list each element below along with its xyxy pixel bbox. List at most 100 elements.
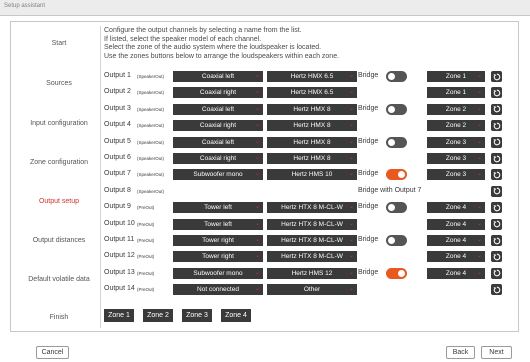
- function-dropdown[interactable]: Coaxial left ⌄: [173, 103, 263, 115]
- function-dropdown[interactable]: Coaxial right ⌄: [173, 120, 263, 132]
- reset-icon[interactable]: [491, 284, 502, 296]
- model-value: Other: [303, 286, 321, 294]
- function-value: Coaxial left: [201, 138, 235, 146]
- reset-icon[interactable]: [491, 251, 502, 263]
- output-row: Output 1 (SpeakerOut) Coaxial left ⌄ Hertz H…: [104, 71, 514, 83]
- model-dropdown[interactable]: Hertz HMX 6.5 ⌄: [267, 87, 357, 99]
- zone-dropdown[interactable]: Zone 1 ⌄: [427, 87, 485, 99]
- model-dropdown[interactable]: Hertz HTX 8 M-CL-W ⌄: [267, 202, 357, 214]
- model-dropdown[interactable]: Hertz HMX 8 ⌄: [267, 136, 357, 148]
- reset-icon[interactable]: [491, 235, 502, 246]
- model-value: Hertz HTX 8 M-CL-W: [281, 237, 343, 244]
- output-label: Output 13: [104, 268, 135, 276]
- bridge-toggle[interactable]: [386, 103, 407, 115]
- zone-dropdown[interactable]: Zone 2 ⌄: [427, 120, 485, 132]
- function-dropdown[interactable]: Subwoofer mono ⌄: [173, 169, 263, 181]
- zone-value: Zone 4: [445, 253, 467, 261]
- bridge-toggle[interactable]: [386, 136, 407, 148]
- model-dropdown[interactable]: Hertz HTX 8 M-CL-W ⌄: [267, 251, 357, 263]
- model-dropdown[interactable]: Hertz HMS 12 ⌄: [267, 267, 357, 279]
- bridge-toggle[interactable]: [386, 71, 407, 82]
- chevron-down-icon: ⌄: [476, 122, 482, 129]
- sidebar-item-start[interactable]: Start: [18, 40, 100, 47]
- reset-icon[interactable]: [491, 218, 502, 230]
- model-dropdown[interactable]: Hertz HMS 10 ⌄: [267, 169, 357, 181]
- zone-dropdown[interactable]: Zone 2 ⌄: [427, 103, 485, 115]
- function-value: Tower right: [202, 237, 234, 244]
- model-value: Hertz HMX 8: [293, 105, 331, 113]
- chevron-down-icon: ⌄: [476, 73, 482, 79]
- function-dropdown[interactable]: Tower right ⌄: [173, 235, 263, 246]
- reset-icon[interactable]: [491, 71, 502, 82]
- function-dropdown[interactable]: Not connected ⌄: [173, 284, 263, 296]
- reset-icon[interactable]: [491, 267, 502, 279]
- zone-2-button[interactable]: Zone 2: [143, 309, 173, 322]
- function-dropdown[interactable]: Subwoofer mono ⌄: [173, 267, 263, 279]
- model-dropdown[interactable]: Hertz HMX 6.5 ⌄: [267, 71, 357, 82]
- function-value: Subwoofer mono: [193, 171, 243, 179]
- model-value: Hertz HMS 10: [291, 171, 333, 179]
- zone-dropdown[interactable]: Zone 4 ⌄: [427, 251, 485, 263]
- function-dropdown[interactable]: Tower left ⌄: [173, 202, 263, 214]
- zone-dropdown[interactable]: Zone 4 ⌄: [427, 267, 485, 279]
- sidebar-item-sources[interactable]: Sources: [18, 80, 100, 87]
- zone-dropdown[interactable]: Zone 1 ⌄: [427, 71, 485, 82]
- function-dropdown[interactable]: Coaxial right ⌄: [173, 153, 263, 164]
- output-label: Output 9: [104, 203, 131, 211]
- zone-dropdown[interactable]: Zone 4 ⌄: [427, 218, 485, 230]
- reset-icon[interactable]: [491, 153, 502, 164]
- chevron-down-icon: ⌄: [254, 89, 260, 96]
- model-dropdown[interactable]: Hertz HMX 8 ⌄: [267, 120, 357, 132]
- sidebar-item-finish[interactable]: Finish: [18, 314, 100, 321]
- function-dropdown[interactable]: Coaxial left ⌄: [173, 71, 263, 82]
- bridge-toggle[interactable]: [386, 202, 407, 214]
- next-button[interactable]: Next: [481, 346, 512, 359]
- reset-icon[interactable]: [491, 136, 502, 148]
- reset-icon[interactable]: [491, 202, 502, 214]
- zone-dropdown[interactable]: Zone 3 ⌄: [427, 136, 485, 148]
- reset-icon[interactable]: [491, 87, 502, 99]
- instruction-line: Configure the output channels by selecti…: [104, 27, 302, 34]
- output-type: (SpeakerOut): [137, 106, 165, 112]
- model-dropdown[interactable]: Hertz HTX 8 M-CL-W ⌄: [267, 218, 357, 230]
- function-dropdown[interactable]: Coaxial right ⌄: [173, 87, 263, 99]
- chevron-down-icon: ⌄: [476, 138, 482, 145]
- sidebar-item-output-distances[interactable]: Output distances: [18, 237, 100, 244]
- bridge-label: Bridge: [358, 236, 379, 243]
- chevron-down-icon: ⌄: [348, 105, 354, 112]
- function-dropdown[interactable]: Coaxial left ⌄: [173, 136, 263, 148]
- function-dropdown[interactable]: Tower right ⌄: [173, 251, 263, 263]
- zone-dropdown[interactable]: Zone 3 ⌄: [427, 153, 485, 164]
- reset-icon[interactable]: [491, 103, 502, 115]
- reset-icon[interactable]: [491, 120, 502, 132]
- sidebar-item-zone-configuration[interactable]: Zone configuration: [18, 159, 100, 166]
- zone-dropdown[interactable]: Zone 4 ⌄: [427, 235, 485, 246]
- model-value: Hertz HMX 6.5: [290, 89, 334, 97]
- model-dropdown[interactable]: Hertz HTX 8 M-CL-W ⌄: [267, 235, 357, 246]
- bridge-toggle[interactable]: [386, 235, 407, 246]
- bridge-label: Bridge: [358, 137, 379, 145]
- zone-1-button[interactable]: Zone 1: [104, 309, 134, 322]
- cancel-button[interactable]: Cancel: [36, 346, 69, 359]
- bridge-toggle[interactable]: [386, 169, 407, 181]
- output-label: Output 10: [104, 219, 135, 227]
- chevron-down-icon: ⌄: [348, 138, 354, 145]
- zone-3-button[interactable]: Zone 3: [182, 309, 212, 322]
- zone-dropdown[interactable]: Zone 3 ⌄: [427, 169, 485, 181]
- output-label: Output 12: [104, 252, 135, 260]
- bridge-label: Bridge: [358, 268, 379, 276]
- zone-dropdown[interactable]: Zone 4 ⌄: [427, 202, 485, 214]
- reset-icon[interactable]: [491, 169, 502, 181]
- zone-4-button[interactable]: Zone 4: [221, 309, 251, 322]
- sidebar-item-default-volatile-data[interactable]: Default volatile data: [18, 276, 100, 283]
- sidebar-item-input-configuration[interactable]: Input configuration: [18, 120, 100, 127]
- chevron-down-icon: ⌄: [348, 89, 354, 96]
- sidebar-item-output-setup[interactable]: Output setup: [18, 198, 100, 205]
- model-dropdown[interactable]: Hertz HMX 8 ⌄: [267, 153, 357, 164]
- back-button[interactable]: Back: [446, 346, 475, 359]
- function-dropdown[interactable]: Tower left ⌄: [173, 218, 263, 230]
- model-dropdown[interactable]: Other ⌄: [267, 284, 357, 296]
- model-dropdown[interactable]: Hertz HMX 8 ⌄: [267, 103, 357, 115]
- bridge-toggle[interactable]: [386, 267, 407, 279]
- reset-icon[interactable]: [491, 185, 502, 197]
